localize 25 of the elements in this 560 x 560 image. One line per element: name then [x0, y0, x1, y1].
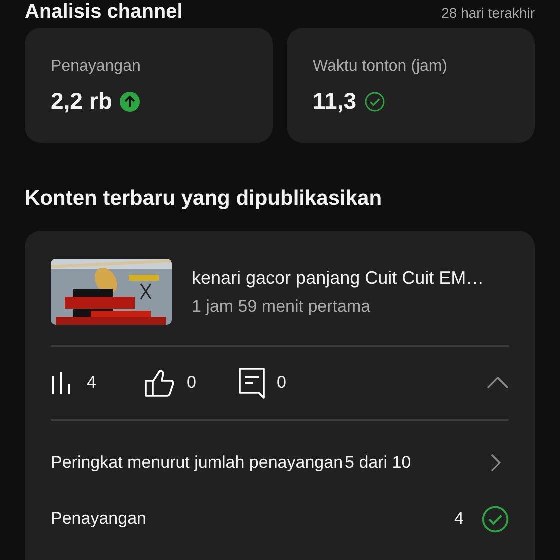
section-title: Konten terbaru yang dipublikasikan	[25, 187, 384, 212]
row-label: Peringkat menurut jumlah penayangan	[51, 453, 344, 473]
row-value: 5 dari 10	[345, 453, 412, 473]
video-title[interactable]: kenari gacor panjang Cuit Cuit EM…	[192, 268, 484, 288]
row-label: Penayangan	[51, 509, 146, 529]
metric-label: Waktu tonton (jam)	[313, 58, 449, 76]
check-icon	[482, 506, 509, 532]
stat-count: 0	[187, 373, 196, 393]
chevron-right-icon	[491, 454, 501, 472]
metric-label: Penayangan	[51, 58, 142, 76]
thumbs-up-icon	[145, 369, 175, 397]
metric-value: 2,2 rb	[51, 88, 112, 115]
collapse-button[interactable]	[487, 377, 509, 389]
check-icon	[364, 92, 384, 112]
section-title: Analisis channel	[25, 0, 183, 24]
chevron-icon	[487, 377, 509, 389]
arrow-up-icon	[120, 92, 140, 112]
ranking-row[interactable]: Peringkat menurut jumlah penayangan 5 dari 10	[51, 435, 509, 491]
metric-value: 11,3	[313, 88, 356, 115]
video-subtitle: 1 jam 59 menit pertama	[192, 296, 372, 316]
stat-count: 0	[277, 373, 286, 393]
comment-icon	[239, 368, 265, 398]
row-value: 4	[454, 509, 464, 529]
stat-count: 4	[87, 373, 96, 393]
period-label: 28 hari terakhir	[442, 5, 535, 21]
